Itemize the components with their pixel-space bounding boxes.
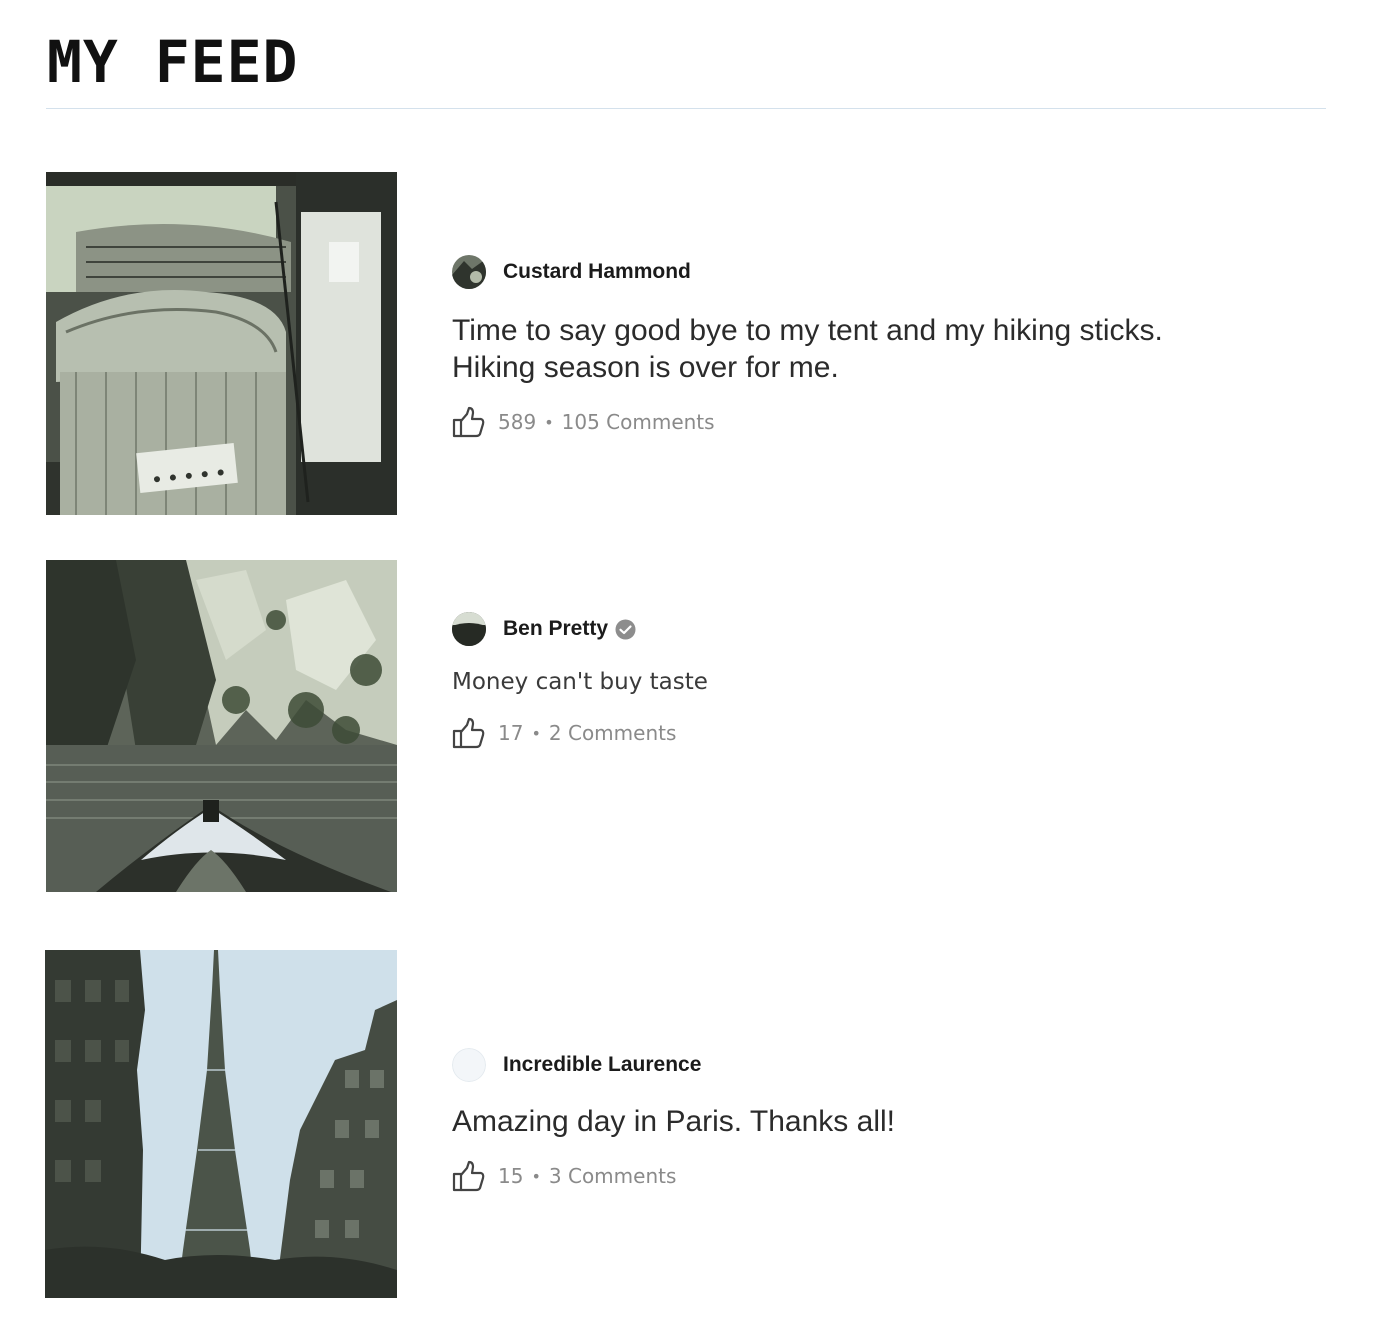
comments-link[interactable]: 3 Comments xyxy=(549,1164,677,1188)
verified-badge-icon xyxy=(615,619,636,640)
post-text-line: Amazing day in Paris. Thanks all! xyxy=(452,1105,895,1138)
post-text-line: Money can't buy taste xyxy=(452,669,708,695)
post-stats: 15 • 3 Comments xyxy=(452,1158,1332,1194)
author-name[interactable]: Ben Pretty xyxy=(503,617,608,641)
separator-dot: • xyxy=(531,1166,541,1186)
separator-dot: • xyxy=(544,412,554,432)
like-count: 17 xyxy=(498,721,524,745)
post-text-line: Time to say good bye to my tent and my h… xyxy=(452,314,1163,347)
comments-link[interactable]: 2 Comments xyxy=(549,721,677,745)
post-stats: 17 • 2 Comments xyxy=(452,715,1332,751)
post-author[interactable]: Incredible Laurence xyxy=(452,1047,1332,1083)
like-count: 15 xyxy=(498,1164,524,1188)
thumbs-up-icon[interactable] xyxy=(452,1159,486,1193)
author-name[interactable]: Custard Hammond xyxy=(503,260,691,284)
post-author[interactable]: Custard Hammond xyxy=(452,254,1332,290)
feed-post: Incredible Laurence Amazing day in Paris… xyxy=(0,950,1400,1298)
page-title: MY FEED xyxy=(47,28,299,96)
post-text: Money can't buy taste xyxy=(452,667,1332,697)
post-author[interactable]: Ben Pretty xyxy=(452,611,1332,647)
post-text: Time to say good bye to my tent and my h… xyxy=(452,312,1332,386)
post-image[interactable] xyxy=(46,560,397,892)
post-image[interactable] xyxy=(45,950,397,1298)
author-name[interactable]: Incredible Laurence xyxy=(503,1053,701,1077)
post-text: Amazing day in Paris. Thanks all! xyxy=(452,1103,1332,1140)
avatar[interactable] xyxy=(452,255,486,289)
separator-dot: • xyxy=(531,723,541,743)
post-stats: 589 • 105 Comments xyxy=(452,404,1332,440)
avatar[interactable] xyxy=(452,612,486,646)
avatar[interactable] xyxy=(452,1048,486,1082)
thumbs-up-icon[interactable] xyxy=(452,716,486,750)
feed-post: Ben Pretty Money can't buy taste 17 • 2 … xyxy=(0,560,1400,892)
post-text-line: Hiking season is over for me. xyxy=(452,351,839,384)
thumbs-up-icon[interactable] xyxy=(452,405,486,439)
comments-link[interactable]: 105 Comments xyxy=(562,410,715,434)
feed-post: Custard Hammond Time to say good bye to … xyxy=(0,172,1400,515)
like-count: 589 xyxy=(498,410,537,434)
post-image[interactable] xyxy=(46,172,397,515)
header-divider xyxy=(46,108,1326,109)
